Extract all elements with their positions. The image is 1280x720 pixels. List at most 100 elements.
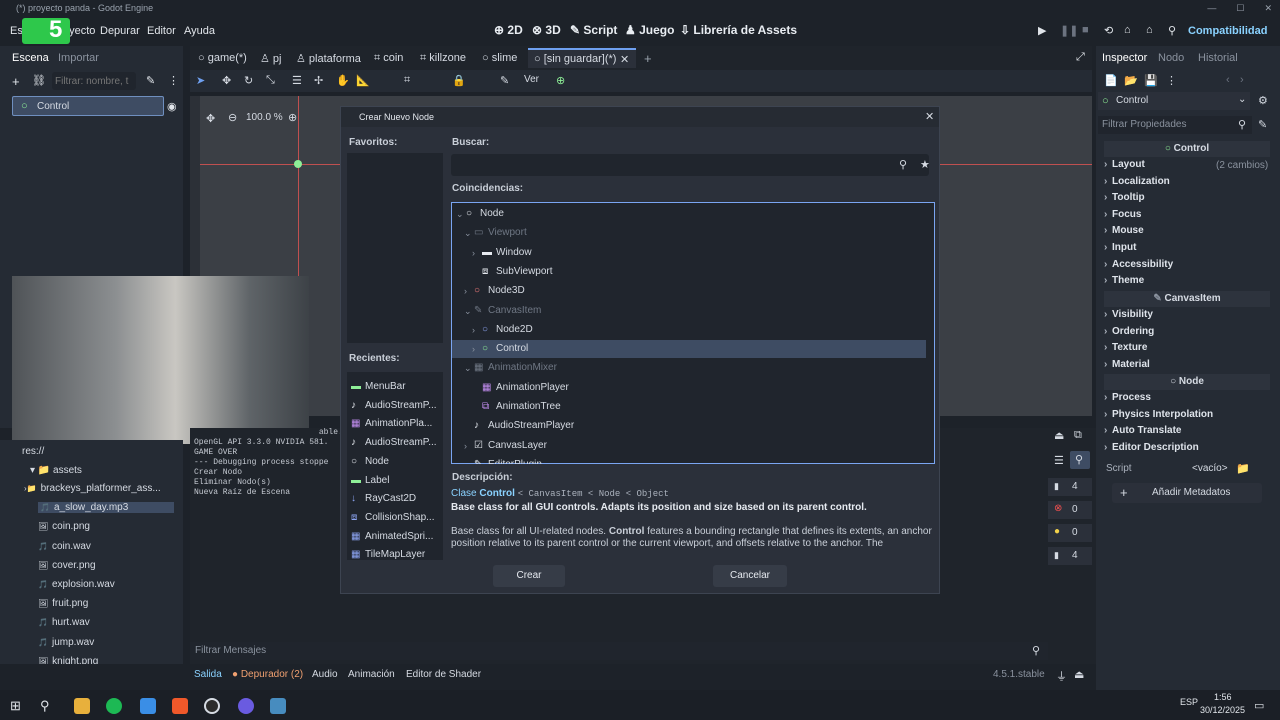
clear-output-icon[interactable]: ⏏ [1054, 429, 1064, 442]
expand-arrow-icon[interactable]: › [464, 456, 467, 464]
file-item[interactable]: 🖼 cover.png [38, 560, 96, 571]
expand-arrow-icon[interactable]: › [464, 282, 467, 300]
inspector-settings-icon[interactable]: ⚙ [1258, 94, 1268, 107]
expand-arrow-icon[interactable]: ⌄ [464, 224, 472, 242]
file-item[interactable]: 🎵 a_slow_day.mp3 [38, 502, 174, 514]
file-item[interactable]: 🎵 jump.wav [38, 637, 94, 648]
tree-node-editorplugin[interactable]: › ✎ EditorPlugin [452, 456, 926, 464]
filter-info-count[interactable]: ▮ 4 [1048, 547, 1092, 565]
workspace-3d[interactable]: ⊗ 3D [532, 23, 561, 37]
file-item[interactable]: 🎵 hurt.wav [38, 617, 90, 628]
folder-icon[interactable]: 📁 [1236, 462, 1250, 475]
tree-node-animationmixer[interactable]: ⌄ ▦ AnimationMixer [452, 359, 926, 377]
filter-search-toggle[interactable]: ⚲ [1070, 451, 1090, 469]
close-tab-icon[interactable]: ✕ [620, 53, 629, 66]
visibility-icon[interactable]: ◉ [167, 100, 177, 113]
tree-node-control[interactable]: › ○ Control [452, 340, 926, 359]
editor-tab-slime[interactable]: ○ slime [482, 52, 517, 64]
link-icon[interactable]: ⛓ [32, 74, 46, 87]
new-resource-icon[interactable]: 📄 [1104, 74, 1118, 87]
inspector-group-ordering[interactable]: › Ordering [1104, 326, 1154, 337]
workspace-game[interactable]: ♟ Juego [625, 23, 674, 37]
expand-arrow-icon[interactable]: ⌄ [464, 302, 472, 320]
recent-list[interactable]: ▬ MenuBar ♪ AudioStreamP... ▦ AnimationPla...… [347, 372, 443, 560]
anchor-preset-icon[interactable]: ⊕ [556, 74, 565, 87]
file-item[interactable]: 🖼 fruit.png [38, 598, 88, 609]
language-indicator[interactable]: ESP [1180, 697, 1198, 707]
menu-editor[interactable]: Editor [147, 25, 176, 37]
expand-arrow-icon[interactable]: ⌄ [456, 205, 464, 223]
file-explorer-icon[interactable] [74, 698, 90, 714]
distraction-free-icon[interactable]: ⤢ [1076, 51, 1085, 64]
workspace-2d[interactable]: ⊕ 2D [494, 23, 523, 37]
view-menu[interactable]: Ver [524, 74, 539, 85]
notifications-icon[interactable]: ▭ [1254, 699, 1264, 712]
tree-node-window[interactable]: › ▬ Window [452, 244, 926, 262]
obs-icon[interactable] [204, 698, 220, 714]
scene-root-row[interactable]: ○ Control [12, 96, 164, 116]
stop-icon[interactable]: ■ [1082, 24, 1089, 36]
file-item[interactable]: ›📁 brackeys_platformer_ass... [24, 483, 161, 494]
expand-panel-icon[interactable]: ⏏ [1074, 668, 1084, 681]
editor-tab-plataforma[interactable]: ♙ plataforma [296, 52, 361, 65]
inspector-group-accessibility[interactable]: › Accessibility [1104, 259, 1173, 270]
start-icon[interactable]: ⊞ [10, 698, 21, 714]
pan-tool-icon[interactable]: ✋ [336, 74, 350, 87]
select-tool-icon[interactable]: ➤ [196, 74, 205, 87]
workspace-script[interactable]: ✎ Script [570, 23, 617, 37]
scale-tool-icon[interactable]: ⤡ [266, 74, 275, 87]
file-item[interactable]: 🖼 coin.png [38, 521, 90, 532]
editor-tab-pj[interactable]: ♙ pj [260, 52, 281, 65]
move-tool-icon[interactable]: ✥ [222, 74, 231, 87]
expand-arrow-icon[interactable]: ⌄ [464, 359, 472, 377]
pin-icon[interactable]: ⏚ [1056, 668, 1067, 684]
clock-date[interactable]: 30/12/2025 [1200, 705, 1245, 715]
recent-item[interactable]: ♪ AudioStreamP... [351, 434, 443, 452]
viewport-settings-icon[interactable]: ✥ [206, 112, 215, 125]
fs-folder-assets[interactable]: ▾ 📁 assets [30, 465, 82, 476]
node-search-input[interactable]: ⚲ [451, 154, 929, 176]
filter-messages-count[interactable]: ▮ 4 [1048, 478, 1092, 496]
expand-arrow-icon[interactable]: › [464, 437, 467, 455]
menu-dots-icon[interactable]: ⋮ [168, 74, 179, 87]
zoom-level[interactable]: 100.0 % [246, 112, 283, 123]
add-metadata-button[interactable]: + Añadir Metadatos [1112, 483, 1262, 503]
load-resource-icon[interactable]: 📂 [1124, 74, 1138, 87]
tree-node-node[interactable]: ⌄ ○ Node [452, 205, 926, 223]
inspector-group-process[interactable]: › Process [1104, 392, 1151, 403]
editor-tab-game[interactable]: ○ game(*) [198, 52, 247, 64]
add-node-icon[interactable]: + [12, 74, 20, 89]
inspector-group-localization[interactable]: › Localization [1104, 176, 1170, 187]
play-icon[interactable]: ▶ [1038, 24, 1046, 37]
create-button[interactable]: Crear [493, 565, 565, 587]
inspector-group-material[interactable]: › Material [1104, 359, 1150, 370]
tab-salida[interactable]: Salida [194, 669, 222, 680]
scene-filter-input[interactable] [52, 72, 136, 90]
workspace-asset-library[interactable]: ⇩ Librería de Assets [680, 23, 797, 37]
tree-node-animationplayer[interactable]: ▦ AnimationPlayer [452, 379, 926, 397]
tab-editor-shader[interactable]: Editor de Shader [406, 669, 481, 680]
node-class-tree[interactable]: ⌄ ○ Node ⌄ ▭ Viewport › ▬ Window ⧈ SubViewport › ○ No… [451, 202, 935, 464]
inspector-group-visibility[interactable]: › Visibility [1104, 309, 1153, 320]
recent-item[interactable]: ↓ RayCast2D [351, 490, 443, 508]
expand-arrow-icon[interactable]: › [472, 340, 475, 358]
recent-item[interactable]: ⧈ CollisionShap... [351, 509, 443, 527]
favorite-star-icon[interactable]: ★ [920, 158, 930, 171]
file-item[interactable]: 🎵 coin.wav [38, 541, 91, 552]
tree-node-node3d[interactable]: › ○ Node3D [452, 282, 926, 300]
menu-depurar[interactable]: Depurar [100, 25, 140, 37]
recent-item[interactable]: ▦ AnimatedSpri... [351, 528, 443, 546]
copy-output-icon[interactable]: ⧉ [1074, 429, 1082, 442]
close-window-button[interactable]: ✕ [1264, 0, 1272, 16]
filter-errors-count[interactable]: ⊗ 0 [1048, 501, 1092, 519]
editor-tab-coin[interactable]: ⌗ coin [374, 52, 403, 65]
bone-icon[interactable]: ✎ [500, 74, 509, 87]
remote-debug-icon[interactable]: ⟲ [1104, 24, 1113, 37]
zoom-in-icon[interactable]: ⊕ [288, 111, 297, 124]
ruler-tool-icon[interactable]: 📐 [356, 74, 370, 87]
inspector-group-texture[interactable]: › Texture [1104, 342, 1147, 353]
favorites-list[interactable] [347, 153, 443, 343]
expand-arrow-icon[interactable]: › [472, 321, 475, 339]
spotify-icon[interactable] [106, 698, 122, 714]
renderer-selector[interactable]: Compatibilidad [1188, 25, 1267, 37]
